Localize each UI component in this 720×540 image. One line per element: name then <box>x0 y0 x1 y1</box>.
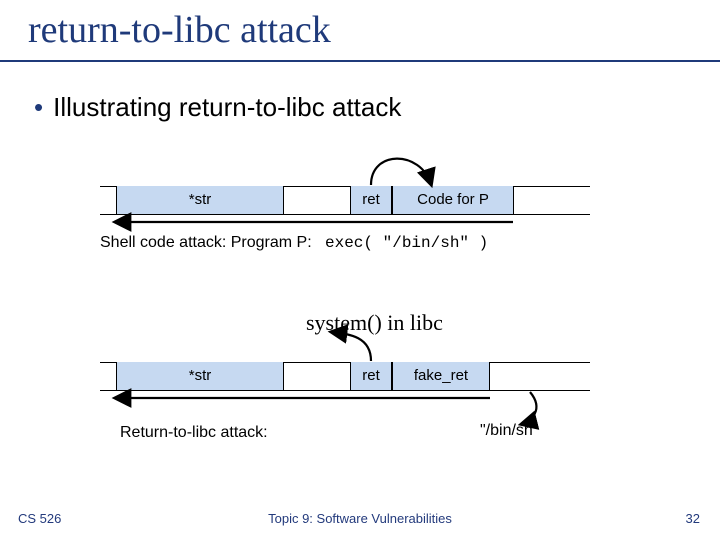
cell-str-ptr: *str <box>116 362 284 390</box>
cell-gap <box>284 186 350 214</box>
slide-title: return-to-libc attack <box>28 8 331 52</box>
cell-fake-ret: fake_ret <box>392 362 490 390</box>
bullet-dot: • <box>34 92 43 122</box>
arrow-arg-to-binsh-icon <box>522 392 536 424</box>
stack-bar-ret2libc: *str ret fake_ret <box>100 362 590 390</box>
arrows-overlay <box>0 0 720 540</box>
caption-ret2libc-label: Return-to-libc attack: <box>120 424 268 442</box>
cell-str-ptr: *str <box>116 186 284 214</box>
bullet-line: • Illustrating return-to-libc attack <box>34 92 401 123</box>
bullet-text: Illustrating return-to-libc attack <box>53 92 401 122</box>
caption-binsh-arg: "/bin/sh" <box>480 422 539 440</box>
stack-bar-shellcode: *str ret Code for P <box>100 186 590 214</box>
caption-shellcode: Shell code attack: Program P: exec( "/bi… <box>100 234 488 252</box>
cell-ret: ret <box>350 362 392 390</box>
cell-ret: ret <box>350 186 392 214</box>
cell-gap <box>284 362 350 390</box>
title-underline <box>0 60 720 62</box>
cell-gap <box>514 186 588 214</box>
footer-topic: Topic 9: Software Vulnerabilities <box>0 511 720 526</box>
caption-shellcode-prefix: Shell code attack: Program P: <box>100 234 312 251</box>
cell-code-for-p: Code for P <box>392 186 514 214</box>
cell-gap <box>490 362 588 390</box>
label-system-in-libc: system() in libc <box>306 310 443 336</box>
arrow-ret-to-code-icon <box>371 159 431 185</box>
footer-page-num: 32 <box>686 511 700 526</box>
caption-shellcode-code: exec( "/bin/sh" ) <box>325 234 488 252</box>
arrow-ret-to-system-icon <box>332 332 371 361</box>
slide: return-to-libc attack • Illustrating retu… <box>0 0 720 540</box>
